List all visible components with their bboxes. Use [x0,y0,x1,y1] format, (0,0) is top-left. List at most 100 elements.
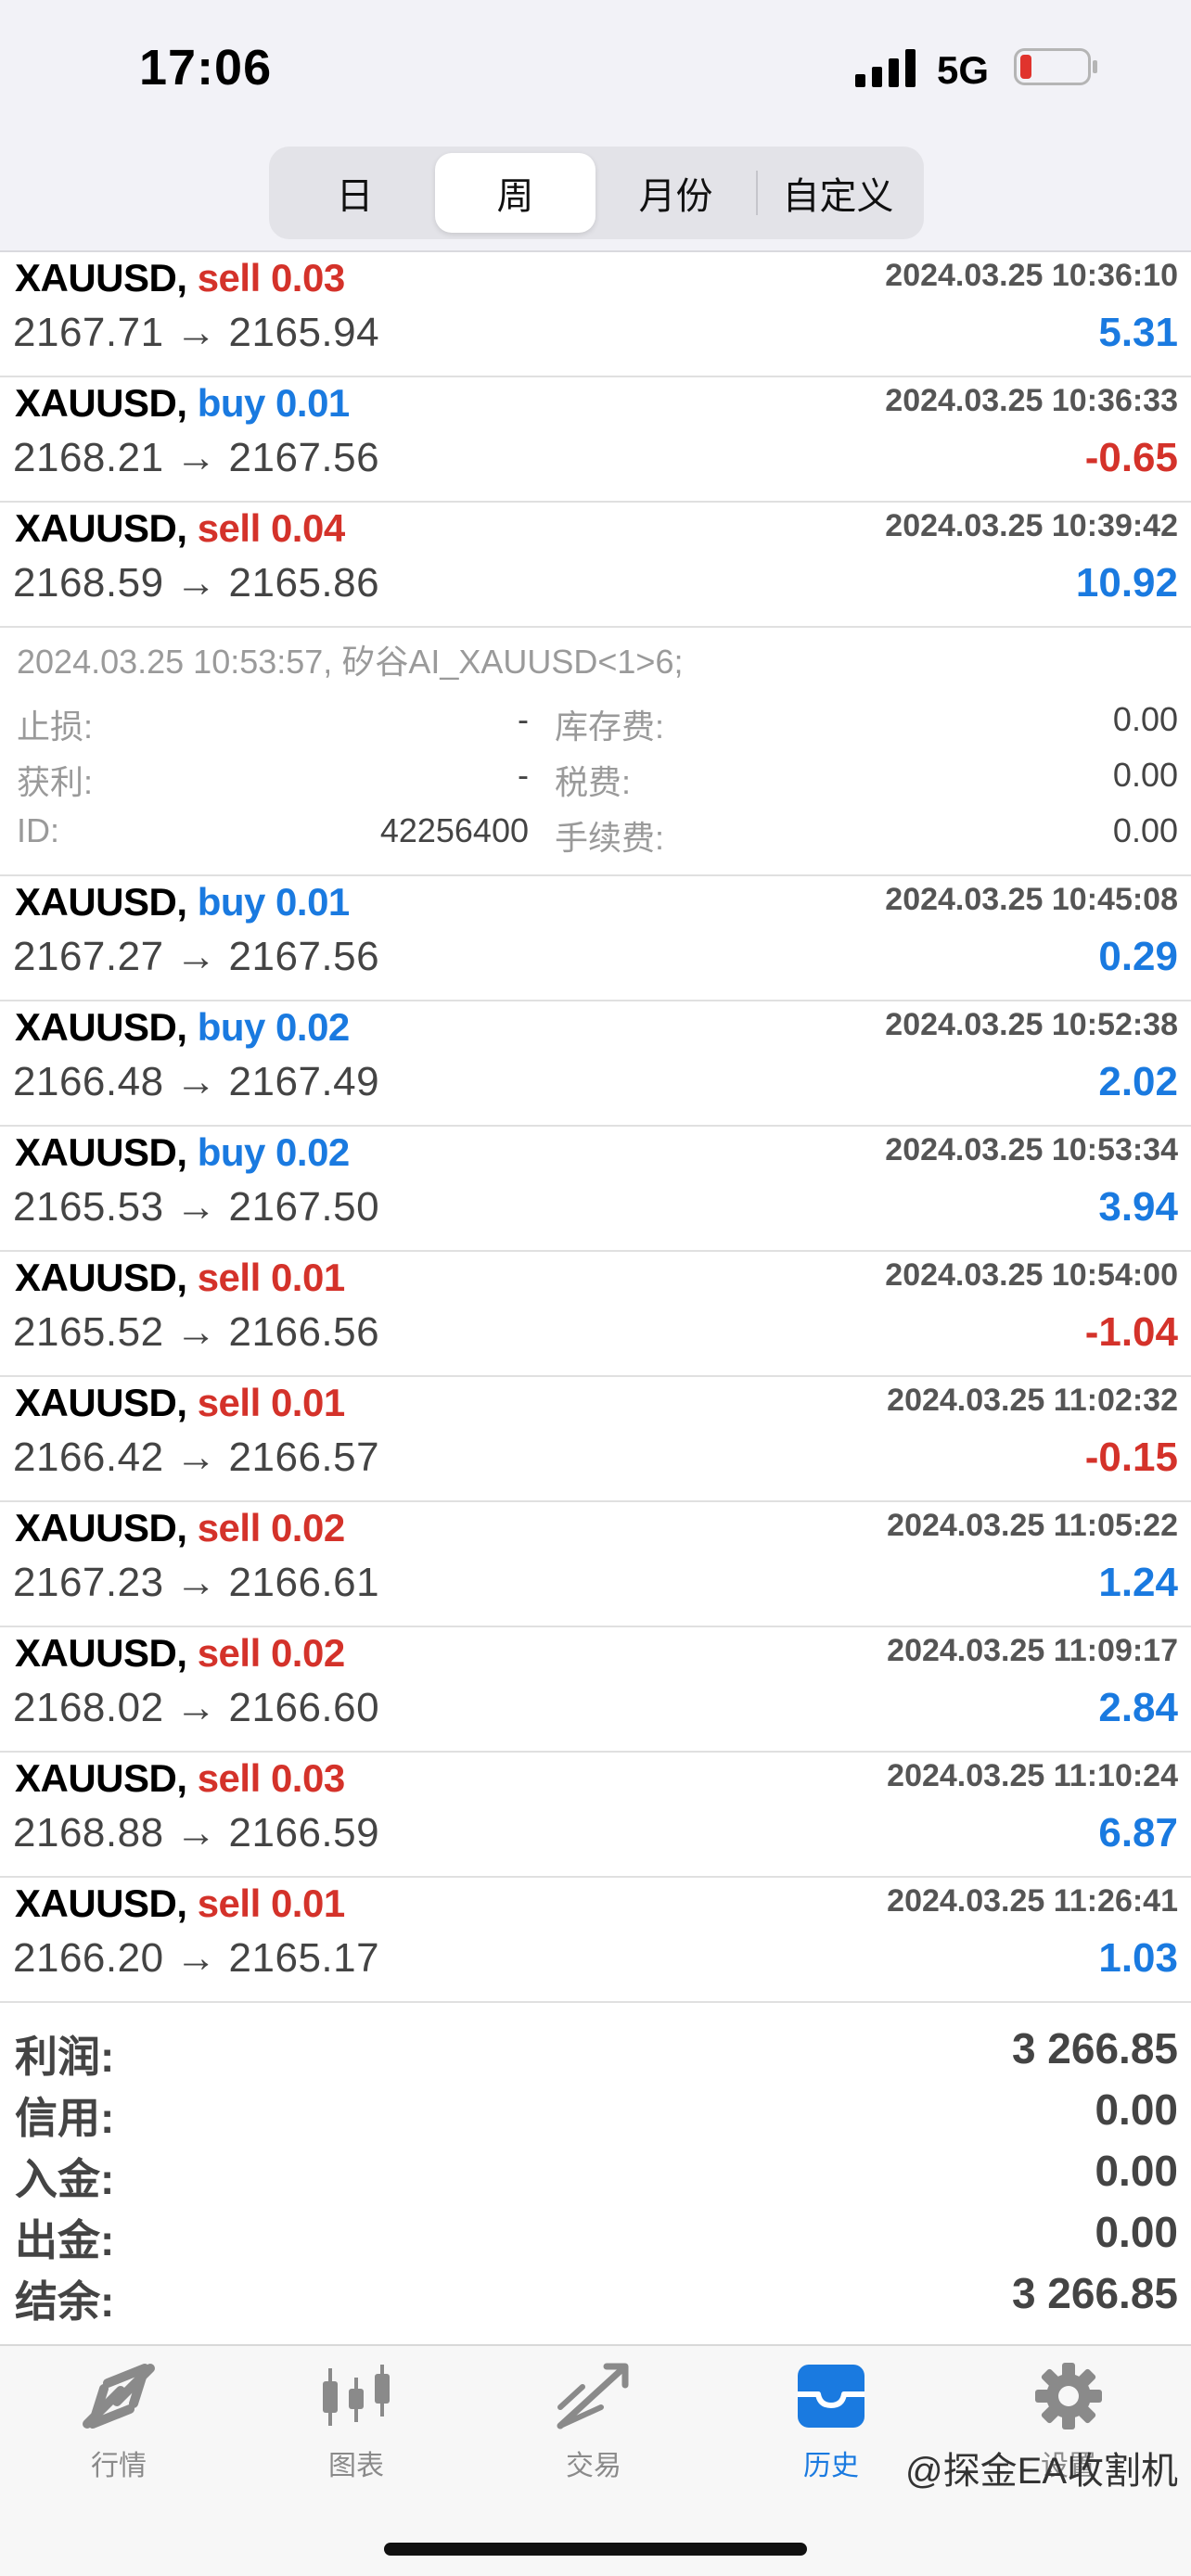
arrow-icon: → [175,1560,217,1605]
tab-chart[interactable]: 图表 [263,2361,449,2500]
segment-day[interactable]: 日 [275,153,435,233]
trade-row[interactable]: XAUUSD, sell 0.01 2024.03.25 10:54:00 2165… [0,1252,1191,1377]
arrow-icon: → [175,1685,217,1730]
trade-profit: 1.03 [1098,1935,1178,1981]
trade-lot: 0.04 [270,506,345,550]
close-price: 2165.94 [228,310,380,355]
trade-profit: 2.84 [1098,1685,1178,1730]
trade-row[interactable]: XAUUSD, buy 0.01 2024.03.25 10:45:08 2167.… [0,876,1191,1001]
trade-prices: 2168.88 → 2166.59 [13,1810,379,1856]
close-price: 2166.57 [228,1435,380,1480]
summary-label: 结余: [15,2277,115,2326]
summary-value: 3 266.85 [1011,2024,1178,2072]
trade-lot: 0.01 [270,1381,345,1424]
trade-prices: 2166.20 → 2165.17 [13,1935,379,1982]
summary-value: 0.00 [1095,2147,1178,2195]
arrow-icon: → [175,1184,217,1230]
trade-symbol: XAUUSD, [15,1005,187,1049]
segment-custom[interactable]: 自定义 [758,153,918,233]
chart-icon [323,2365,390,2426]
arrow-icon: → [175,934,217,979]
trade-prices: 2168.21 → 2167.56 [13,435,379,481]
summary-value: 0.00 [1095,2085,1178,2134]
trade-side: buy [197,1130,266,1174]
trade-symbol-line: XAUUSD, buy 0.02 [15,1005,350,1050]
close-price: 2166.56 [228,1309,380,1355]
trade-profit: 1.24 [1098,1560,1178,1605]
trade-row[interactable]: XAUUSD, sell 0.01 2024.03.25 11:26:41 2166… [0,1878,1191,2003]
trade-prices: 2165.53 → 2167.50 [13,1184,379,1231]
quotes-icon [83,2364,155,2429]
trade-time: 2024.03.25 11:05:22 [887,1508,1178,1543]
trade-row[interactable]: XAUUSD, buy 0.02 2024.03.25 10:53:34 2165.… [0,1127,1191,1252]
trade-prices: 2166.42 → 2166.57 [13,1435,379,1481]
trade-row[interactable]: XAUUSD, sell 0.01 2024.03.25 11:02:32 2166… [0,1377,1191,1502]
trade-profit: -0.65 [1084,435,1178,480]
trade-row[interactable]: XAUUSD, sell 0.02 2024.03.25 11:09:17 2168… [0,1627,1191,1753]
trade-time: 2024.03.25 11:10:24 [887,1758,1178,1793]
trade-profit: 0.29 [1098,934,1178,979]
history-list: XAUUSD, sell 0.03 2024.03.25 10:36:10 2167… [0,252,1191,2003]
trade-profit: 10.92 [1075,560,1178,606]
summary-withdrawal: 出金: 0.00 [0,2207,1191,2268]
trade-time: 2024.03.25 10:36:10 [885,258,1178,293]
trade-lot: 0.01 [270,1881,345,1925]
trade-row[interactable]: XAUUSD, sell 0.03 2024.03.25 11:10:24 2168… [0,1753,1191,1878]
open-price: 2168.59 [13,560,164,606]
tab-quotes[interactable]: 行情 [26,2361,211,2500]
trade-profit: 2.02 [1098,1059,1178,1104]
close-price: 2166.61 [228,1560,380,1605]
open-price: 2167.71 [13,310,164,355]
swap-value: 0.00 [1112,700,1178,738]
tab-trade[interactable]: 交易 [501,2361,686,2500]
close-price: 2165.86 [228,560,380,606]
id-label: ID: [17,811,60,849]
summary-value: 3 266.85 [1011,2269,1178,2317]
trade-symbol-line: XAUUSD, sell 0.01 [15,1381,345,1425]
trade-row[interactable]: XAUUSD, buy 0.01 2024.03.25 10:36:33 2168.… [0,377,1191,503]
summary-credit: 信用: 0.00 [0,2085,1191,2146]
summary-deposit: 入金: 0.00 [0,2146,1191,2207]
trade-lot: 0.02 [270,1506,345,1549]
trade-symbol-line: XAUUSD, buy 0.02 [15,1130,350,1175]
trade-profit: 6.87 [1098,1810,1178,1855]
trade-prices: 2165.52 → 2166.56 [13,1309,379,1356]
home-indicator[interactable] [384,2543,807,2556]
trade-symbol-line: XAUUSD, sell 0.02 [15,1631,345,1676]
segment-month[interactable]: 月份 [596,153,756,233]
tab-label: 交易 [566,2451,621,2481]
open-price: 2165.52 [13,1309,164,1355]
tax-label: 税费: [555,763,632,801]
trade-symbol-line: XAUUSD, sell 0.04 [15,506,345,551]
trade-side: sell [197,1881,262,1925]
summary-label: 利润: [15,2033,115,2081]
open-price: 2165.53 [13,1184,164,1230]
trade-row[interactable]: XAUUSD, sell 0.03 2024.03.25 10:36:10 2167… [0,252,1191,377]
settings-icon [1035,2363,1102,2429]
trade-profit: -1.04 [1084,1309,1178,1355]
trade-prices: 2168.59 → 2165.86 [13,560,379,606]
trade-row[interactable]: XAUUSD, buy 0.02 2024.03.25 10:52:38 2166.… [0,1001,1191,1127]
network-type: 5G [937,48,990,92]
trade-symbol: XAUUSD, [15,1756,187,1800]
summary-panel: 利润: 3 266.85 信用: 0.00 入金: 0.00 出金: 0.00 … [0,2023,1191,2344]
segment-week[interactable]: 周 [435,153,596,233]
close-price: 2167.50 [228,1184,380,1230]
open-price: 2166.48 [13,1059,164,1104]
trade-lot: 0.01 [275,381,350,425]
tab-label: 历史 [803,2451,859,2481]
trade-row[interactable]: XAUUSD, sell 0.04 2024.03.25 10:39:42 2168… [0,503,1191,628]
arrow-icon: → [175,435,217,480]
trade-symbol: XAUUSD, [15,1631,187,1675]
swap-label: 库存费: [555,708,665,746]
trade-row[interactable]: XAUUSD, sell 0.02 2024.03.25 11:05:22 2167… [0,1502,1191,1627]
trade-lot: 0.03 [270,1756,345,1800]
open-price: 2168.21 [13,435,164,480]
trade-side: buy [197,1005,266,1049]
trade-side: sell [197,506,262,550]
open-price: 2166.20 [13,1935,164,1981]
trade-profit: -0.15 [1084,1435,1178,1480]
trade-time: 2024.03.25 10:36:33 [885,383,1178,418]
trade-side: sell [197,1631,262,1675]
tab-history[interactable]: 历史 [738,2361,924,2500]
